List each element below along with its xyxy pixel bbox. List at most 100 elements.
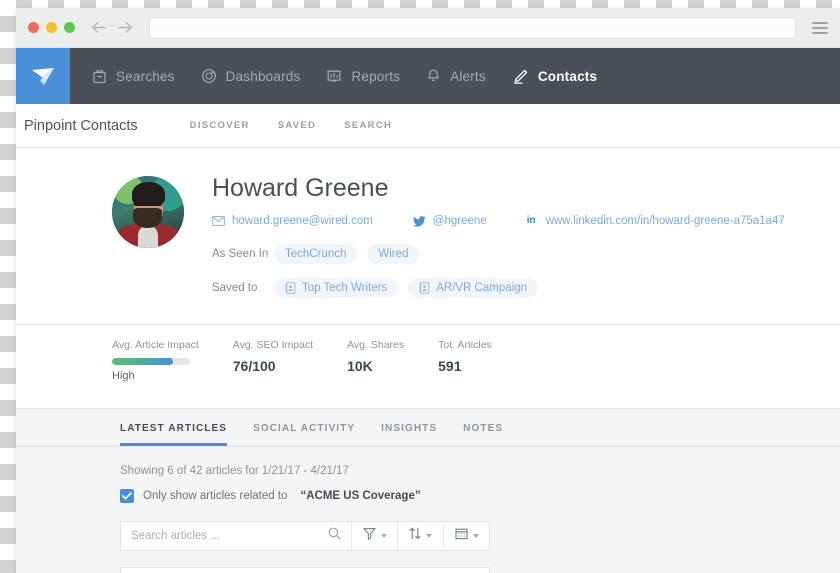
metric-avg-seo-impact: Avg. SEO Impact 76/100 bbox=[233, 339, 313, 382]
nav-label-searches: Searches bbox=[116, 68, 175, 84]
nav-item-dashboards[interactable]: Dashboards bbox=[201, 68, 301, 84]
saved-list-chip-label: AR/VR Campaign bbox=[436, 282, 527, 294]
saved-to-row: Saved to Top Tech Writers AR/VR Campaign bbox=[212, 278, 785, 298]
twitter-link[interactable]: @hgreene bbox=[412, 215, 487, 227]
related-filter-row: Only show articles related to “ACME US C… bbox=[120, 489, 840, 503]
nav-item-alerts[interactable]: Alerts bbox=[426, 68, 486, 84]
nav-label-reports: Reports bbox=[351, 68, 401, 84]
briefcase-icon bbox=[92, 68, 107, 84]
linkedin-link[interactable]: in www.linkedin.com/in/howard-greene-a75… bbox=[527, 215, 785, 227]
contact-name: Howard Greene bbox=[212, 174, 389, 202]
app-nav-items: Searches Dashboards Reports Alerts Conta… bbox=[70, 48, 597, 104]
app-logo-icon[interactable] bbox=[16, 48, 70, 104]
metric-label: Avg. SEO Impact bbox=[232, 339, 314, 351]
saved-list-chip-arvr-campaign[interactable]: AR/VR Campaign bbox=[408, 278, 538, 298]
browser-window: Searches Dashboards Reports Alerts Conta… bbox=[16, 8, 840, 573]
linkedin-url: www.linkedin.com/in/howard-greene-a75a1a… bbox=[545, 215, 785, 227]
nav-item-contacts[interactable]: Contacts bbox=[512, 68, 597, 85]
publication-chip-wired[interactable]: Wired bbox=[367, 244, 420, 264]
related-filter-checkbox[interactable] bbox=[120, 489, 134, 503]
related-filter-query: “ACME US Coverage” bbox=[300, 490, 421, 502]
chevron-down-icon bbox=[472, 534, 479, 538]
mail-icon bbox=[212, 216, 225, 226]
metric-avg-shares: Avg. Shares 10K bbox=[347, 339, 404, 382]
forward-icon[interactable] bbox=[118, 21, 133, 34]
sort-dropdown-button[interactable] bbox=[397, 522, 443, 550]
twitter-icon bbox=[412, 215, 426, 227]
sub-tab-saved[interactable]: SAVED bbox=[278, 120, 317, 131]
email-text: howard.greene@wired.com bbox=[232, 215, 373, 227]
browser-menu-icon[interactable] bbox=[812, 21, 828, 34]
metric-value: 76/100 bbox=[232, 358, 276, 374]
nav-label-alerts: Alerts bbox=[450, 68, 486, 84]
saved-to-label: Saved to bbox=[212, 282, 258, 294]
content-tabs: LATEST ARTICLES SOCIAL ACTIVITY INSIGHTS… bbox=[16, 409, 840, 447]
back-icon[interactable] bbox=[91, 21, 106, 34]
metric-total-articles: Tot. Articles 591 bbox=[438, 339, 492, 382]
twitter-handle: @hgreene bbox=[432, 215, 487, 227]
profile-section: Howard Greene howard.greene@wired.com @h… bbox=[16, 148, 840, 409]
metrics-row: Avg. Article Impact High Avg. SEO Impact… bbox=[16, 324, 840, 408]
publication-chip-techcrunch[interactable]: TechCrunch bbox=[274, 244, 358, 264]
tab-social-activity[interactable]: SOCIAL ACTIVITY bbox=[253, 423, 355, 446]
minimize-window-button[interactable] bbox=[46, 22, 57, 33]
results-count-text: Showing 6 of 42 articles for 1/21/17 - 4… bbox=[120, 465, 349, 477]
search-icon[interactable] bbox=[328, 527, 341, 545]
sub-tab-discover[interactable]: DISCOVER bbox=[190, 120, 250, 131]
browser-navigation bbox=[91, 21, 133, 34]
funnel-icon bbox=[362, 527, 376, 545]
url-bar[interactable] bbox=[149, 16, 796, 39]
contact-list-icon bbox=[419, 282, 430, 294]
impact-progress-bar bbox=[112, 358, 190, 365]
search-cell bbox=[121, 522, 351, 550]
publication-chip-label: Wired bbox=[378, 248, 409, 260]
pencil-icon bbox=[512, 68, 529, 85]
tab-insights[interactable]: INSIGHTS bbox=[381, 423, 437, 446]
sub-tabs: DISCOVER SAVED SEARCH bbox=[190, 120, 392, 131]
search-input[interactable] bbox=[131, 530, 322, 542]
sort-arrows-icon bbox=[409, 527, 421, 545]
articles-panel: LATEST ARTICLES SOCIAL ACTIVITY INSIGHTS… bbox=[16, 409, 840, 573]
article-list: 01/21/2017 TechCrunch by Howard Greene bbox=[120, 567, 490, 573]
metric-value: High bbox=[112, 370, 135, 382]
table-row[interactable]: 01/21/2017 TechCrunch by Howard Greene bbox=[121, 568, 489, 573]
nav-item-searches[interactable]: Searches bbox=[92, 68, 175, 84]
gauge-icon bbox=[201, 68, 217, 84]
avatar bbox=[112, 176, 184, 248]
saved-list-chip-top-tech-writers[interactable]: Top Tech Writers bbox=[274, 278, 399, 298]
chart-icon bbox=[326, 68, 342, 84]
related-filter-label: Only show articles related to bbox=[143, 490, 288, 502]
metric-label: Tot. Articles bbox=[438, 339, 492, 351]
metric-value: 591 bbox=[438, 358, 462, 374]
maximize-window-button[interactable] bbox=[64, 22, 75, 33]
calendar-icon bbox=[454, 527, 468, 545]
publication-chip-label: TechCrunch bbox=[285, 248, 347, 260]
window-controls bbox=[28, 22, 75, 33]
sub-tab-search[interactable]: SEARCH bbox=[344, 120, 392, 131]
nav-item-reports[interactable]: Reports bbox=[326, 68, 400, 84]
as-seen-in-label: As Seen In bbox=[212, 248, 269, 260]
contact-list-icon bbox=[285, 282, 296, 294]
nav-label-contacts: Contacts bbox=[537, 68, 598, 84]
tab-latest-articles[interactable]: LATEST ARTICLES bbox=[120, 423, 228, 446]
chevron-down-icon bbox=[426, 534, 432, 538]
browser-chrome bbox=[16, 8, 840, 48]
saved-list-chip-label: Top Tech Writers bbox=[302, 282, 388, 294]
nav-label-dashboards: Dashboards bbox=[225, 68, 301, 84]
metric-avg-article-impact: Avg. Article Impact High bbox=[112, 339, 199, 382]
app-top-nav: Searches Dashboards Reports Alerts Conta… bbox=[16, 48, 840, 104]
chevron-down-icon bbox=[380, 534, 387, 538]
metric-value: 10K bbox=[347, 358, 373, 374]
metric-label: Avg. Article Impact bbox=[112, 339, 199, 351]
linkedin-icon: in bbox=[526, 215, 536, 226]
date-range-dropdown-button[interactable] bbox=[443, 522, 489, 550]
page-title: Pinpoint Contacts bbox=[24, 117, 138, 134]
email-link[interactable]: howard.greene@wired.com bbox=[212, 215, 373, 227]
close-window-button[interactable] bbox=[28, 22, 39, 33]
articles-toolbar bbox=[120, 521, 490, 551]
contact-links: howard.greene@wired.com @hgreene in www.… bbox=[212, 215, 785, 227]
filter-dropdown-button[interactable] bbox=[351, 522, 397, 550]
sub-header: Pinpoint Contacts DISCOVER SAVED SEARCH bbox=[16, 104, 840, 148]
tab-notes[interactable]: NOTES bbox=[463, 423, 503, 446]
filters-area: Showing 6 of 42 articles for 1/21/17 - 4… bbox=[16, 447, 840, 503]
